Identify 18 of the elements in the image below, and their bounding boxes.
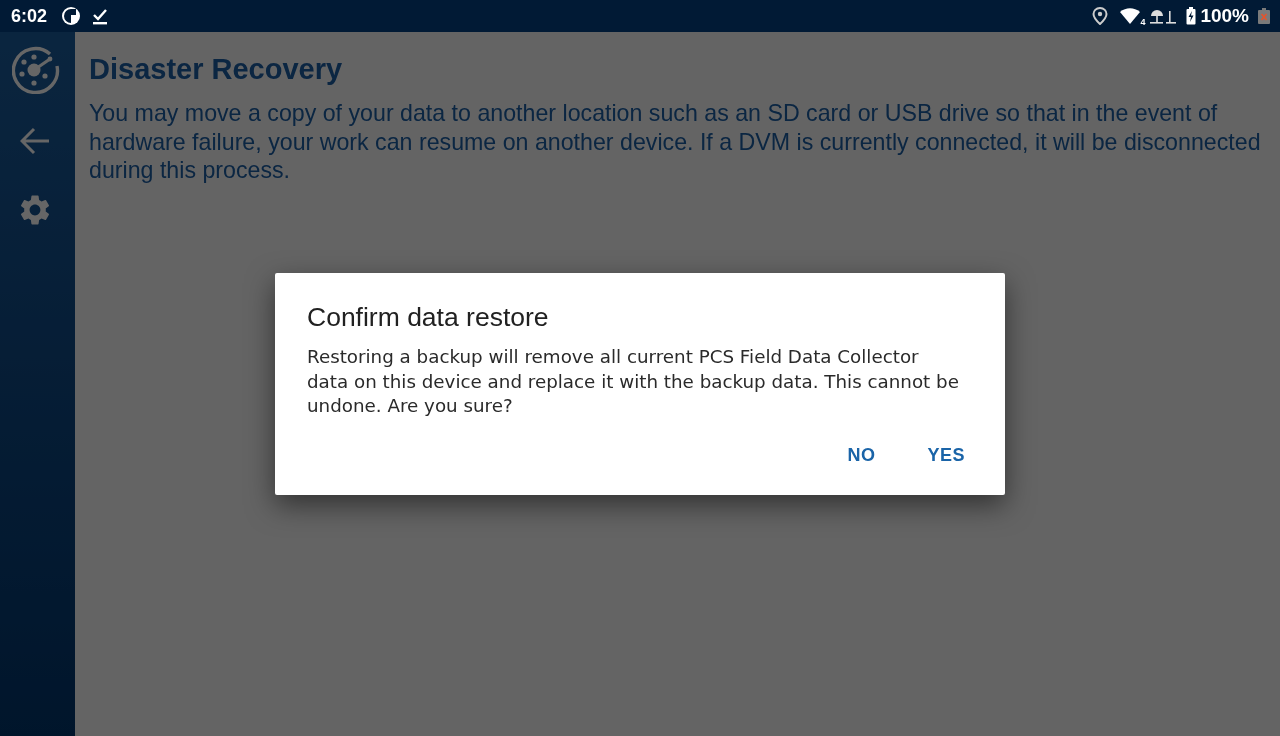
dialog-button[interactable]: YES [911, 436, 981, 474]
check-icon [92, 7, 109, 25]
umbrella-icon [1149, 7, 1178, 25]
battery-percent: 100% [1200, 5, 1249, 27]
dialog-button[interactable]: NO [831, 436, 892, 474]
status-time: 6:02 [11, 5, 48, 27]
back-arrow-icon[interactable] [19, 127, 50, 155]
dialog-message: Restoring a backup will remove all current PCS Field Data Collector data on this device and replace it with the backup data. This cannot be undone. Are you sure? [307, 345, 960, 418]
page-description: You may move a copy of your data to another location such as an SD card or USB drive so that in the event of hardware failure, your work can resume on another device. If a DVM is currently connected, it will be disconnected during this process. [89, 99, 1262, 185]
page-title: Disaster Recovery [89, 52, 344, 87]
gauge-icon[interactable] [12, 46, 60, 94]
half-circle-icon [61, 6, 82, 26]
dialog-title: Confirm data restore [307, 301, 550, 334]
wifi-icon [1120, 8, 1141, 24]
network-type-label: 4 [1140, 18, 1146, 27]
battery-charging-icon [1186, 7, 1197, 25]
location-pin-icon [1092, 7, 1109, 25]
battery-alert-icon [1258, 8, 1270, 24]
